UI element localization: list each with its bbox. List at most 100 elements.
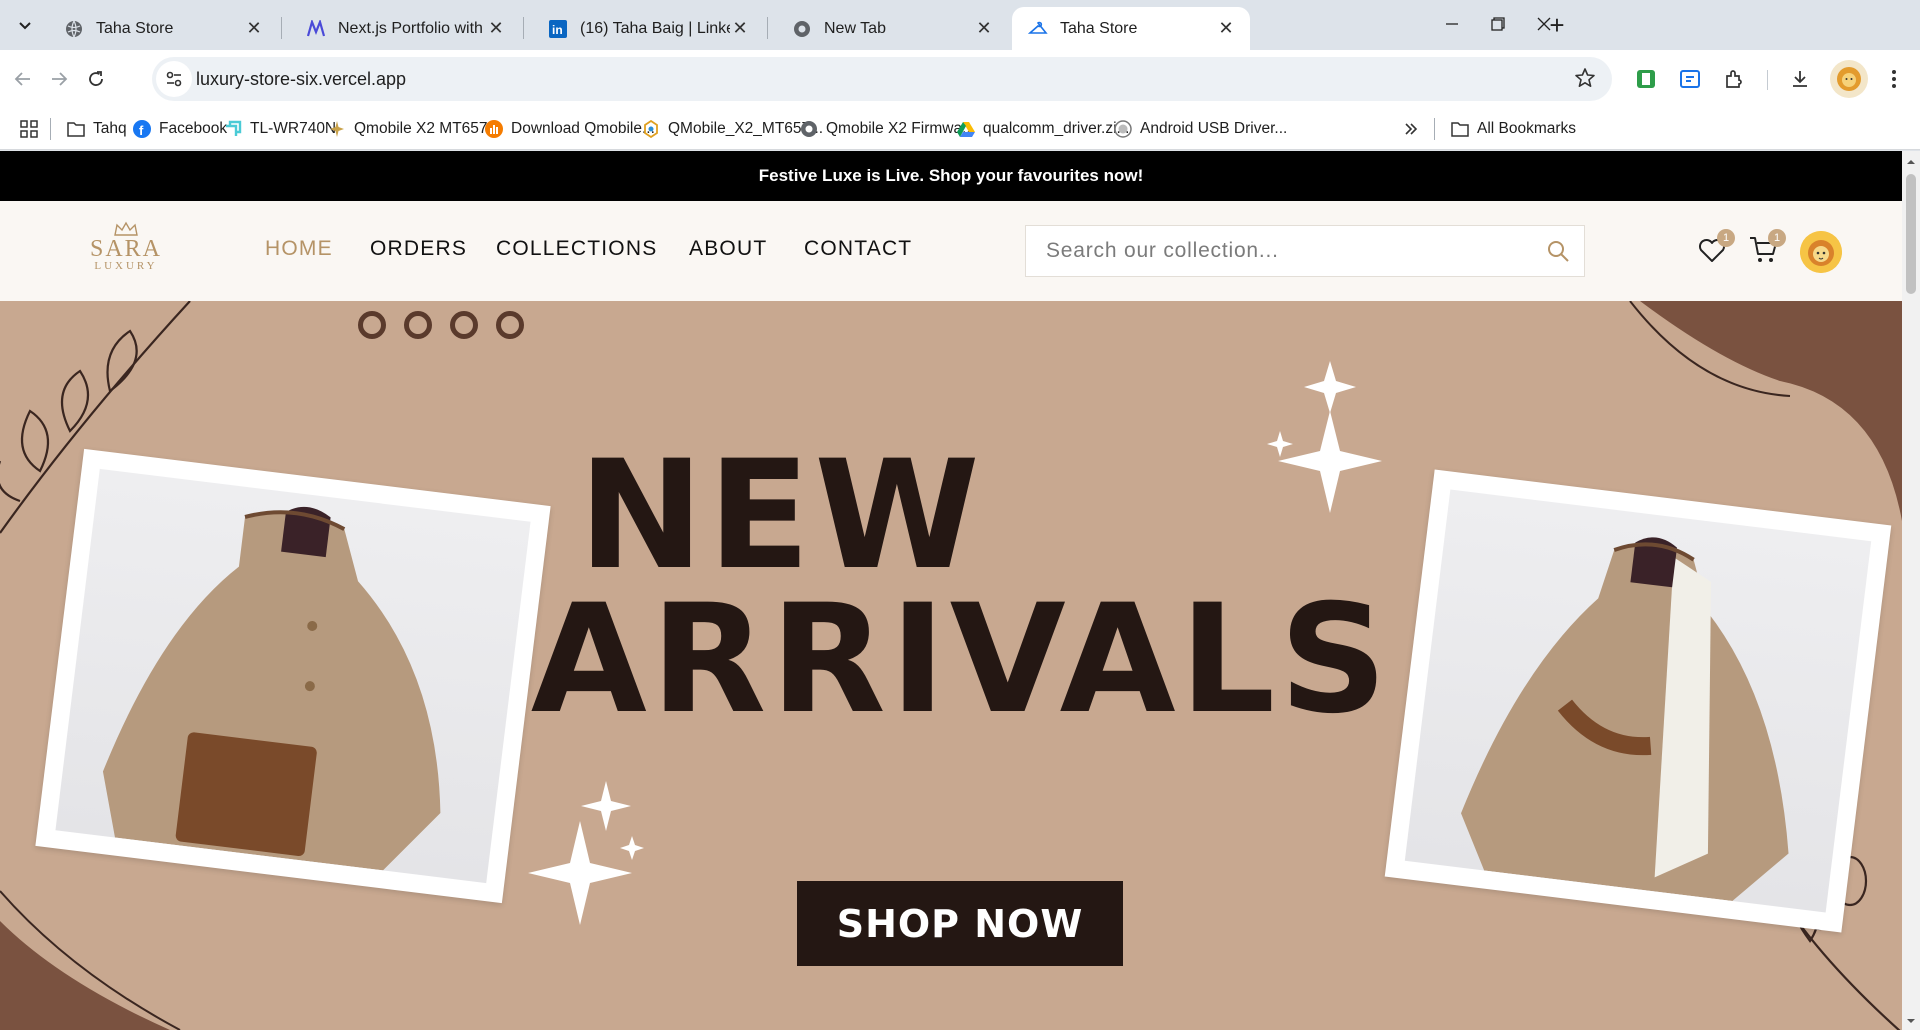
tab-taha-store-active[interactable]: Taha Store ✕	[1012, 7, 1250, 50]
globe-icon	[64, 19, 84, 39]
reload-icon	[89, 71, 103, 86]
more-bookmarks-button[interactable]	[1403, 116, 1419, 142]
page-viewport: Festive Luxe is Live. Shop your favourit…	[0, 151, 1920, 1030]
profile-avatar[interactable]	[1830, 60, 1868, 98]
close-tab-icon[interactable]: ✕	[244, 18, 264, 39]
tab-separator	[767, 17, 768, 39]
download-icon[interactable]	[1786, 65, 1814, 93]
tab-title: New Tab	[824, 19, 886, 37]
chevron-down-icon	[19, 22, 31, 30]
tab-search-button[interactable]	[10, 10, 40, 40]
hanger-icon	[1028, 19, 1048, 39]
bookmark-tl-wr740n[interactable]: TL-WR740N	[224, 116, 336, 142]
folder-icon	[1451, 120, 1469, 138]
extension-green-icon[interactable]	[1632, 65, 1660, 93]
tab-title: Taha Store	[96, 19, 174, 37]
site-info-icon[interactable]	[156, 61, 192, 97]
apps-button[interactable]	[20, 116, 38, 142]
bookmark-android-usb-driver[interactable]: Android USB Driver...	[1114, 116, 1287, 142]
nav-collections[interactable]: COLLECTIONS	[496, 237, 657, 261]
restore-icon	[1491, 17, 1505, 31]
url-text[interactable]: luxury-store-six.vercel.app	[196, 69, 406, 90]
linkedin-icon: in	[548, 19, 568, 39]
nav-about[interactable]: ABOUT	[689, 237, 767, 261]
cart-button[interactable]: 1	[1748, 229, 1786, 269]
bookmark-label: Tahq	[93, 120, 127, 137]
tab-separator	[523, 17, 524, 39]
bookmark-qmobile-firmware[interactable]: Qmobile X2 Firmwa...	[800, 116, 975, 142]
nav-home[interactable]: HOME	[265, 237, 333, 261]
extension-translate-icon[interactable]	[1676, 65, 1704, 93]
bookmark-facebook[interactable]: f Facebook	[133, 116, 227, 142]
search-input[interactable]	[1026, 226, 1526, 276]
back-button[interactable]	[7, 63, 39, 95]
bookmark-qualcomm-driver[interactable]: qualcomm_driver.zi...	[957, 116, 1129, 142]
close-tab-icon[interactable]: ✕	[730, 18, 750, 39]
site-header: SARA LUXURY HOME ORDERS COLLECTIONS ABOU…	[0, 201, 1902, 301]
chart-icon	[485, 120, 503, 138]
scroll-down-icon	[1907, 1019, 1915, 1023]
shop-now-button[interactable]: SHOP NOW	[797, 881, 1123, 966]
user-avatar[interactable]	[1800, 231, 1842, 273]
apps-grid-icon	[20, 120, 38, 138]
firmware-icon	[642, 120, 660, 138]
svg-text:f: f	[139, 123, 144, 138]
all-bookmarks-button[interactable]: All Bookmarks	[1451, 116, 1576, 142]
scrollbar-thumb[interactable]	[1906, 174, 1916, 294]
browser-toolbar: luxury-store-six.vercel.app	[0, 50, 1920, 108]
tab-separator	[281, 17, 282, 39]
tab-linkedin[interactable]: in (16) Taha Baig | LinkedIn ✕	[532, 7, 764, 50]
bookmark-star-icon[interactable]	[1574, 67, 1596, 94]
sparkle-icon	[328, 120, 346, 138]
tab-new-tab[interactable]: New Tab ✕	[776, 7, 1008, 50]
reload-button[interactable]	[80, 63, 112, 95]
slide-indicators	[358, 311, 524, 339]
slide-dot[interactable]	[358, 311, 386, 339]
chevron-double-right-icon	[1405, 123, 1418, 135]
drive-icon	[957, 120, 975, 138]
bookmark-qmobile-x2[interactable]: Qmobile X2 MT657...	[328, 116, 500, 142]
close-tab-icon[interactable]: ✕	[1216, 18, 1236, 39]
bookmark-label: Download Qmobile...	[511, 120, 655, 137]
bookmark-tahq[interactable]: Tahq	[67, 116, 127, 142]
wishlist-count-badge: 1	[1717, 229, 1735, 247]
slide-dot[interactable]	[496, 311, 524, 339]
nav-contact[interactable]: CONTACT	[804, 237, 912, 261]
bookmark-separator	[50, 118, 51, 140]
close-icon	[1537, 17, 1551, 31]
bookmark-qmobile-x2-mt657[interactable]: QMobile_X2_MT657...	[642, 116, 823, 142]
chrome-icon	[800, 120, 818, 138]
search-icon[interactable]	[1546, 239, 1572, 265]
bookmark-label: Qmobile X2 Firmwa...	[826, 120, 976, 137]
address-bar[interactable]: luxury-store-six.vercel.app	[152, 57, 1612, 101]
nav-orders[interactable]: ORDERS	[370, 237, 467, 261]
browser-menu-button[interactable]	[1880, 64, 1908, 94]
lion-icon	[1837, 67, 1861, 91]
tab-title: (16) Taha Baig | LinkedIn	[580, 19, 730, 37]
tab-strip: Taha Store ✕ Next.js Portfolio with Anim…	[0, 0, 1920, 50]
slide-dot[interactable]	[450, 311, 478, 339]
close-window-button[interactable]	[1516, 0, 1572, 48]
all-bookmarks-label: All Bookmarks	[1477, 120, 1577, 137]
toolbar-separator	[1767, 70, 1768, 90]
android-icon	[1114, 120, 1132, 138]
site-logo[interactable]: SARA LUXURY	[88, 221, 164, 281]
close-tab-icon[interactable]: ✕	[974, 18, 994, 39]
crown-icon	[114, 221, 138, 236]
page-scrollbar[interactable]	[1902, 151, 1920, 1030]
wishlist-button[interactable]: 1	[1697, 229, 1735, 269]
forward-button[interactable]	[43, 63, 75, 95]
tab-nextjs-portfolio[interactable]: Next.js Portfolio with Animated ✕	[290, 7, 520, 50]
slide-dot[interactable]	[404, 311, 432, 339]
bookmark-download-qmobile[interactable]: Download Qmobile...	[485, 116, 655, 142]
close-tab-icon[interactable]: ✕	[486, 18, 506, 39]
bookmark-label: qualcomm_driver.zi...	[983, 120, 1130, 137]
tab-taha-store-1[interactable]: Taha Store ✕	[48, 7, 278, 50]
announcement-bar: Festive Luxe is Live. Shop your favourit…	[0, 151, 1902, 201]
hero-headline-line2: ARRIVALS	[530, 573, 1392, 747]
more-vertical-icon	[1892, 70, 1896, 88]
hero-banner: NEW ARRIVALS SHOP NOW	[0, 301, 1902, 1030]
extensions-puzzle-icon[interactable]	[1720, 65, 1748, 93]
svg-text:in: in	[552, 23, 563, 37]
nextjs-icon	[306, 19, 326, 39]
